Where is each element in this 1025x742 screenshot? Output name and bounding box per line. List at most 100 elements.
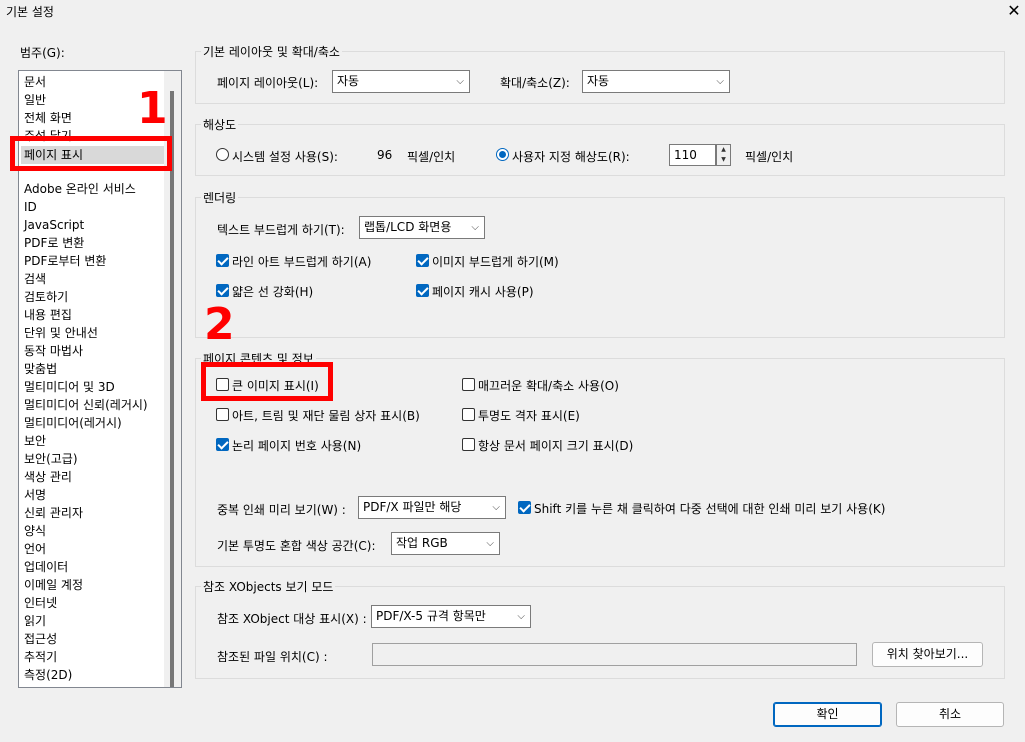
list-item[interactable]: 보안 <box>24 432 46 450</box>
transparency-grid-checkbox[interactable] <box>462 408 475 421</box>
smooth-text-label: 텍스트 부드럽게 하기(T): <box>217 223 345 237</box>
always-doc-page-size-label: 항상 문서 페이지 크기 표시(D) <box>478 439 634 453</box>
smooth-images-checkbox[interactable] <box>416 254 429 267</box>
rendering-title: 렌더링 <box>201 189 239 206</box>
list-item[interactable]: 검토하기 <box>24 288 68 306</box>
list-item[interactable]: 신뢰 관리자 <box>24 504 83 522</box>
cancel-button[interactable]: 취소 <box>896 702 1004 727</box>
category-label: 범주(G): <box>20 46 65 60</box>
list-item[interactable]: 이메일 계정 <box>24 576 83 594</box>
thin-lines-checkbox[interactable] <box>216 284 229 297</box>
list-item[interactable]: JavaScript <box>24 216 84 234</box>
list-item[interactable]: 서명 <box>24 486 46 504</box>
blend-space-select[interactable]: 작업 RGB ⌵ <box>391 532 500 555</box>
chevron-down-icon: ⌵ <box>492 502 500 513</box>
chevron-down-icon: ⌵ <box>716 76 724 87</box>
page-cache-checkbox[interactable] <box>416 284 429 297</box>
custom-resolution-input[interactable]: 110 <box>669 144 716 166</box>
page-cache-label: 페이지 캐시 사용(P) <box>432 285 534 299</box>
annotation-number-1: 1 <box>137 83 168 134</box>
smooth-zoom-label: 매끄러운 확대/축소 사용(O) <box>478 379 619 393</box>
custom-resolution-radio[interactable] <box>496 148 509 161</box>
overprint-label: 중복 인쇄 미리 보기(W) : <box>217 503 346 517</box>
blend-space-value: 작업 RGB <box>396 536 448 550</box>
xobject-target-label: 참조 XObject 대상 표시(X) : <box>217 612 367 626</box>
list-item[interactable]: PDF로 변환 <box>24 234 84 252</box>
list-item[interactable]: 양식 <box>24 522 46 540</box>
smooth-text-select[interactable]: 랩톱/LCD 화면용 ⌵ <box>359 216 485 239</box>
list-item[interactable]: 언어 <box>24 540 46 558</box>
chevron-down-icon: ⌵ <box>471 222 479 233</box>
smooth-zoom-checkbox[interactable] <box>462 378 475 391</box>
system-resolution-radio[interactable] <box>216 148 229 161</box>
list-item[interactable]: 인터넷 <box>24 594 57 612</box>
list-item[interactable]: 맞춤법 <box>24 360 57 378</box>
file-location-input[interactable] <box>372 643 857 666</box>
list-item[interactable]: 멀티미디어 및 3D <box>24 378 115 396</box>
list-item[interactable]: 추적기 <box>24 648 57 666</box>
chevron-down-icon[interactable]: ▼ <box>717 155 730 165</box>
list-item[interactable]: 동작 마법사 <box>24 342 83 360</box>
highlight-box-2 <box>201 362 333 401</box>
highlight-box-1 <box>10 136 172 171</box>
ok-button[interactable]: 확인 <box>773 702 882 727</box>
page-layout-label: 페이지 레이아웃(L): <box>217 76 319 90</box>
system-resolution-value: 96 <box>377 148 393 162</box>
list-item[interactable]: 전체 화면 <box>24 109 72 127</box>
smooth-line-art-label: 라인 아트 부드럽게 하기(A) <box>232 255 372 269</box>
list-item[interactable]: 내용 편집 <box>24 306 72 324</box>
xobjects-title: 참조 XObjects 보기 모드 <box>201 578 336 595</box>
thin-lines-label: 얇은 선 강화(H) <box>232 285 314 299</box>
xobject-target-select[interactable]: PDF/X-5 규격 항목만 ⌵ <box>371 605 531 628</box>
chevron-up-icon[interactable]: ▲ <box>717 145 730 155</box>
window-title: 기본 설정 <box>6 5 54 19</box>
transparency-grid-label: 투명도 격자 표시(E) <box>478 409 580 423</box>
page-layout-select[interactable]: 자동 ⌵ <box>332 70 470 93</box>
custom-resolution-unit: 픽셀/인치 <box>745 150 794 164</box>
art-trim-bleed-label: 아트, 트림 및 재단 물림 상자 표시(B) <box>232 409 420 423</box>
list-item[interactable]: 단위 및 안내선 <box>24 324 98 342</box>
list-item[interactable]: 문서 <box>24 73 46 91</box>
system-resolution-unit: 픽셀/인치 <box>407 150 456 164</box>
list-item[interactable]: 멀티미디어 신뢰(레거시) <box>24 396 148 414</box>
list-item[interactable]: 업데이터 <box>24 558 68 576</box>
always-doc-page-size-checkbox[interactable] <box>462 438 475 451</box>
list-item[interactable]: 검색 <box>24 270 46 288</box>
logical-page-numbers-checkbox[interactable] <box>216 438 229 451</box>
resolution-stepper[interactable]: ▲ ▼ <box>716 144 731 166</box>
list-item[interactable]: ID <box>24 198 37 216</box>
xobject-target-value: PDF/X-5 규격 항목만 <box>376 609 486 623</box>
art-trim-bleed-checkbox[interactable] <box>216 408 229 421</box>
chevron-down-icon: ⌵ <box>486 538 494 549</box>
list-item[interactable]: Adobe 온라인 서비스 <box>24 180 136 198</box>
list-item[interactable]: 일반 <box>24 91 46 109</box>
overprint-value: PDF/X 파일만 해당 <box>363 500 462 514</box>
list-item[interactable]: 멀티미디어(레거시) <box>24 414 122 432</box>
file-location-label: 참조된 파일 위치(C) : <box>217 650 328 664</box>
browse-location-button[interactable]: 위치 찾아보기... <box>872 642 983 667</box>
overprint-select[interactable]: PDF/X 파일만 해당 ⌵ <box>358 496 506 519</box>
shift-key-checkbox[interactable] <box>518 501 531 514</box>
list-item[interactable]: 읽기 <box>24 612 46 630</box>
list-item[interactable]: 측정(2D) <box>24 666 72 684</box>
smooth-line-art-checkbox[interactable] <box>216 254 229 267</box>
system-resolution-label: 시스템 설정 사용(S): <box>232 150 338 164</box>
list-item[interactable]: 색상 관리 <box>24 468 72 486</box>
layout-zoom-title: 기본 레이아웃 및 확대/축소 <box>201 43 342 60</box>
list-item[interactable]: PDF로부터 변환 <box>24 252 106 270</box>
zoom-label: 확대/축소(Z): <box>500 76 570 90</box>
annotation-number-2: 2 <box>204 299 235 350</box>
blend-space-label: 기본 투명도 혼합 색상 공간(C): <box>217 539 376 553</box>
scrollbar-thumb[interactable] <box>170 91 174 687</box>
logical-page-numbers-label: 논리 페이지 번호 사용(N) <box>232 439 362 453</box>
smooth-images-label: 이미지 부드럽게 하기(M) <box>432 255 559 269</box>
chevron-down-icon: ⌵ <box>517 611 525 622</box>
zoom-select[interactable]: 자동 ⌵ <box>582 70 730 93</box>
smooth-text-value: 랩톱/LCD 화면용 <box>364 220 452 234</box>
list-item[interactable]: 접근성 <box>24 630 57 648</box>
zoom-value: 자동 <box>587 74 610 88</box>
page-layout-value: 자동 <box>337 74 360 88</box>
close-icon[interactable]: ✕ <box>1003 0 1025 22</box>
resolution-title: 해상도 <box>201 116 239 133</box>
list-item[interactable]: 보안(고급) <box>24 450 78 468</box>
